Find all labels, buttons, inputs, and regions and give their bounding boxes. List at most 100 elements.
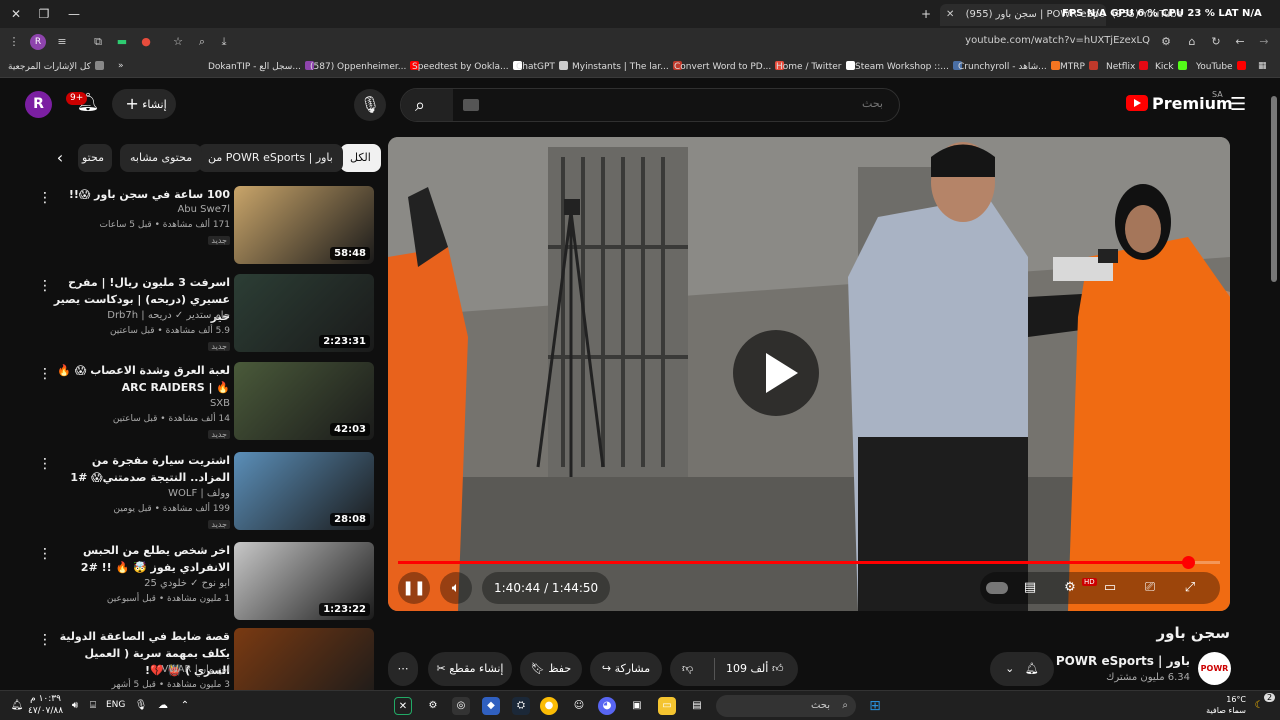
channel-name[interactable]: ابن وار | VWAR [50, 664, 231, 675]
video-thumbnail[interactable]: 28:08 [234, 452, 374, 530]
video-thumbnail[interactable]: 58:48 [234, 186, 374, 264]
home-icon[interactable]: ⌂ [1184, 34, 1200, 50]
back-icon[interactable]: ← [1232, 34, 1248, 50]
browser-menu-icon[interactable]: ⋮ [6, 34, 22, 50]
playlist-icon[interactable]: ≡ [54, 34, 70, 50]
url-field[interactable]: youtube.com/watch?v=hUXTjEzexLQ [965, 35, 1150, 46]
bookmark-item[interactable]: Steam Workshop ::... [855, 61, 962, 72]
channel-name[interactable]: باور | POWR eSports [1056, 654, 1190, 668]
list-item[interactable]: ⋮ 28:08 اشتريت سيارة مفجرة من المزاد.. الن… [36, 452, 376, 532]
bookmark-item[interactable]: Kick [1155, 61, 1187, 72]
clip-button[interactable]: ✂ إنشاء مقطع [428, 652, 512, 686]
close-window-icon[interactable]: ✕ [8, 6, 24, 22]
onedrive-icon[interactable]: ☁ [154, 697, 172, 715]
page-scrollbar[interactable] [1270, 84, 1278, 688]
chips-scroll-left-icon[interactable]: ‹ [50, 148, 70, 168]
video-thumbnail[interactable]: 2:23:31 [234, 274, 374, 352]
video-title[interactable]: اخر شخص يطلع من الحبس الانفرادي يفوز 🤯 🔥… [50, 542, 230, 576]
app-icon[interactable]: ▤ [688, 697, 706, 715]
like-count[interactable]: 109 ألف [726, 652, 768, 686]
site-settings-icon[interactable]: ⚙ [1158, 34, 1174, 50]
bookmark-item[interactable]: YouTube [1196, 61, 1246, 72]
forward-icon[interactable]: → [1256, 34, 1272, 50]
app-icon[interactable]: ◆ [482, 697, 500, 715]
play-overlay-button[interactable] [733, 330, 819, 416]
maximize-window-icon[interactable]: ❐ [36, 6, 52, 22]
search-box[interactable]: ⌕ [400, 88, 900, 122]
search-button[interactable]: ⌕ [401, 89, 453, 121]
steam-icon[interactable]: ⛭ [512, 697, 530, 715]
zoom-icon[interactable]: ⌕ [194, 34, 210, 50]
list-item[interactable]: ⋮ 58:48 100 ساعة في سجن باور 😱!! Abu Swe7l 1… [36, 186, 376, 266]
extension-icon[interactable]: ▬ [114, 34, 130, 50]
bookmark-item[interactable]: Crunchyroll - شاهد... [958, 61, 1060, 72]
show-hidden-icons[interactable]: ⌃ [176, 697, 194, 715]
app-icon[interactable]: ✕ [394, 697, 412, 715]
bookmark-item[interactable]: Convert Word to PD... [674, 61, 785, 72]
notification-icon[interactable]: 🔔︎ [8, 697, 26, 715]
channel-name[interactable]: Abu Swe7l [50, 204, 230, 215]
like-icon[interactable]: 👍︎ [772, 652, 784, 686]
bookmark-item[interactable]: (587) Oppenheimer... [310, 61, 420, 72]
subtitles-icon[interactable]: ▤ [1020, 578, 1040, 598]
search-input[interactable] [503, 98, 883, 110]
progress-bar[interactable] [398, 556, 1220, 569]
video-thumbnail[interactable]: 42:03 [234, 362, 374, 440]
video-title[interactable]: لعبة العرق وشدة الاعصاب 😱 🔥 🔥 | ARC RAID… [50, 362, 230, 396]
progress-scrubber[interactable] [1181, 556, 1195, 569]
app-icon[interactable]: ◎ [452, 697, 470, 715]
save-button[interactable]: 🔖︎ حفظ [520, 652, 582, 686]
chip-more[interactable]: محتو [78, 144, 112, 172]
weather-widget[interactable]: 16°C سماء صافية [1206, 694, 1246, 716]
bookmark-star-icon[interactable]: ☆ [170, 34, 186, 50]
file-explorer-icon[interactable]: ▭ [658, 697, 676, 715]
voice-search-button[interactable]: 🎙︎ [354, 89, 386, 121]
settings-gear-icon[interactable]: ⚙ [1060, 578, 1080, 598]
cast-icon[interactable]: ⎚ [1140, 578, 1160, 598]
share-button[interactable]: ↪ مشاركة [590, 652, 662, 686]
extension-icon[interactable]: ● [138, 34, 154, 50]
profile-icon[interactable]: R [30, 34, 46, 50]
list-item[interactable]: ⋮ 42:03 لعبة العرق وشدة الاعصاب 😱 🔥 🔥 | AR… [36, 362, 376, 442]
more-actions-button[interactable]: ⋯ [388, 652, 418, 686]
list-item[interactable]: ⋮ 1:23:22 اخر شخص يطلع من الحبس الانفرادي … [36, 542, 376, 622]
bookmark-item[interactable]: Myinstants | The lar... [572, 61, 682, 72]
discord-icon[interactable]: ◕ [598, 697, 616, 715]
pause-button[interactable]: ❚❚ [398, 572, 430, 604]
keyboard-icon[interactable] [463, 99, 479, 111]
minimize-window-icon[interactable]: — [66, 6, 82, 22]
chip-all[interactable]: الكل [340, 144, 381, 172]
network-icon[interactable]: ⌸ [84, 697, 102, 715]
app-icon[interactable]: ⚙ [424, 697, 442, 715]
hamburger-menu-icon[interactable]: ☰ [1230, 94, 1246, 115]
subscribed-button[interactable]: ⌄ 🔔︎ [990, 652, 1054, 686]
bookmark-item[interactable]: DokanTIP - سجل الع... [208, 61, 314, 72]
app-icon[interactable]: ☺ [570, 697, 588, 715]
chip-from-channel[interactable]: من POWR eSports | باور [198, 144, 343, 172]
mic-tray-icon[interactable]: 🎙︎ [132, 697, 150, 715]
new-tab-icon[interactable]: + [918, 6, 934, 22]
more-bookmarks-icon[interactable]: » [118, 61, 124, 71]
video-player[interactable]: ❚❚ 🔈︎ 1:40:44 / 1:44:50 ⤢ ⎚ ▭ ⚙ ▤ HD [388, 137, 1230, 611]
bookmark-item[interactable]: Netflix [1106, 61, 1149, 72]
theater-mode-icon[interactable]: ▭ [1100, 578, 1120, 598]
channel-name[interactable]: وولف | WOLF [50, 488, 230, 499]
windows-start-icon[interactable]: ⊞ [866, 697, 884, 715]
dislike-button[interactable]: 👎︎ [682, 652, 693, 686]
chrome-icon[interactable]: ● [540, 697, 558, 715]
scrollbar-thumb[interactable] [1271, 96, 1277, 282]
clock[interactable]: ١٠:٣٩ م ٤٧/٠٧/٨٨ [28, 693, 63, 717]
video-title[interactable]: 100 ساعة في سجن باور 😱!! [50, 186, 230, 203]
bookmark-item[interactable]: MTRP [1060, 61, 1098, 72]
bookmark-item[interactable]: Home / Twitter [776, 61, 855, 72]
channel-name[interactable]: SXB [50, 398, 230, 409]
channel-name[interactable]: ابو نوح ✓ خلودي 25 [50, 578, 230, 589]
fullscreen-icon[interactable]: ⤢ [1180, 578, 1200, 598]
autoplay-toggle[interactable] [986, 582, 1008, 594]
store-icon[interactable]: ▣ [628, 697, 646, 715]
bookmarks-menu-icon[interactable]: ▦ [1258, 61, 1267, 71]
install-icon[interactable]: ⤓ [216, 34, 232, 50]
bookmark-item[interactable]: Speedtest by Ookla... [412, 61, 522, 72]
video-title[interactable]: اشتريت سيارة مفجرة من المزاد.. النتيجة ص… [50, 452, 230, 486]
create-button[interactable]: + إنشاء [112, 89, 176, 119]
